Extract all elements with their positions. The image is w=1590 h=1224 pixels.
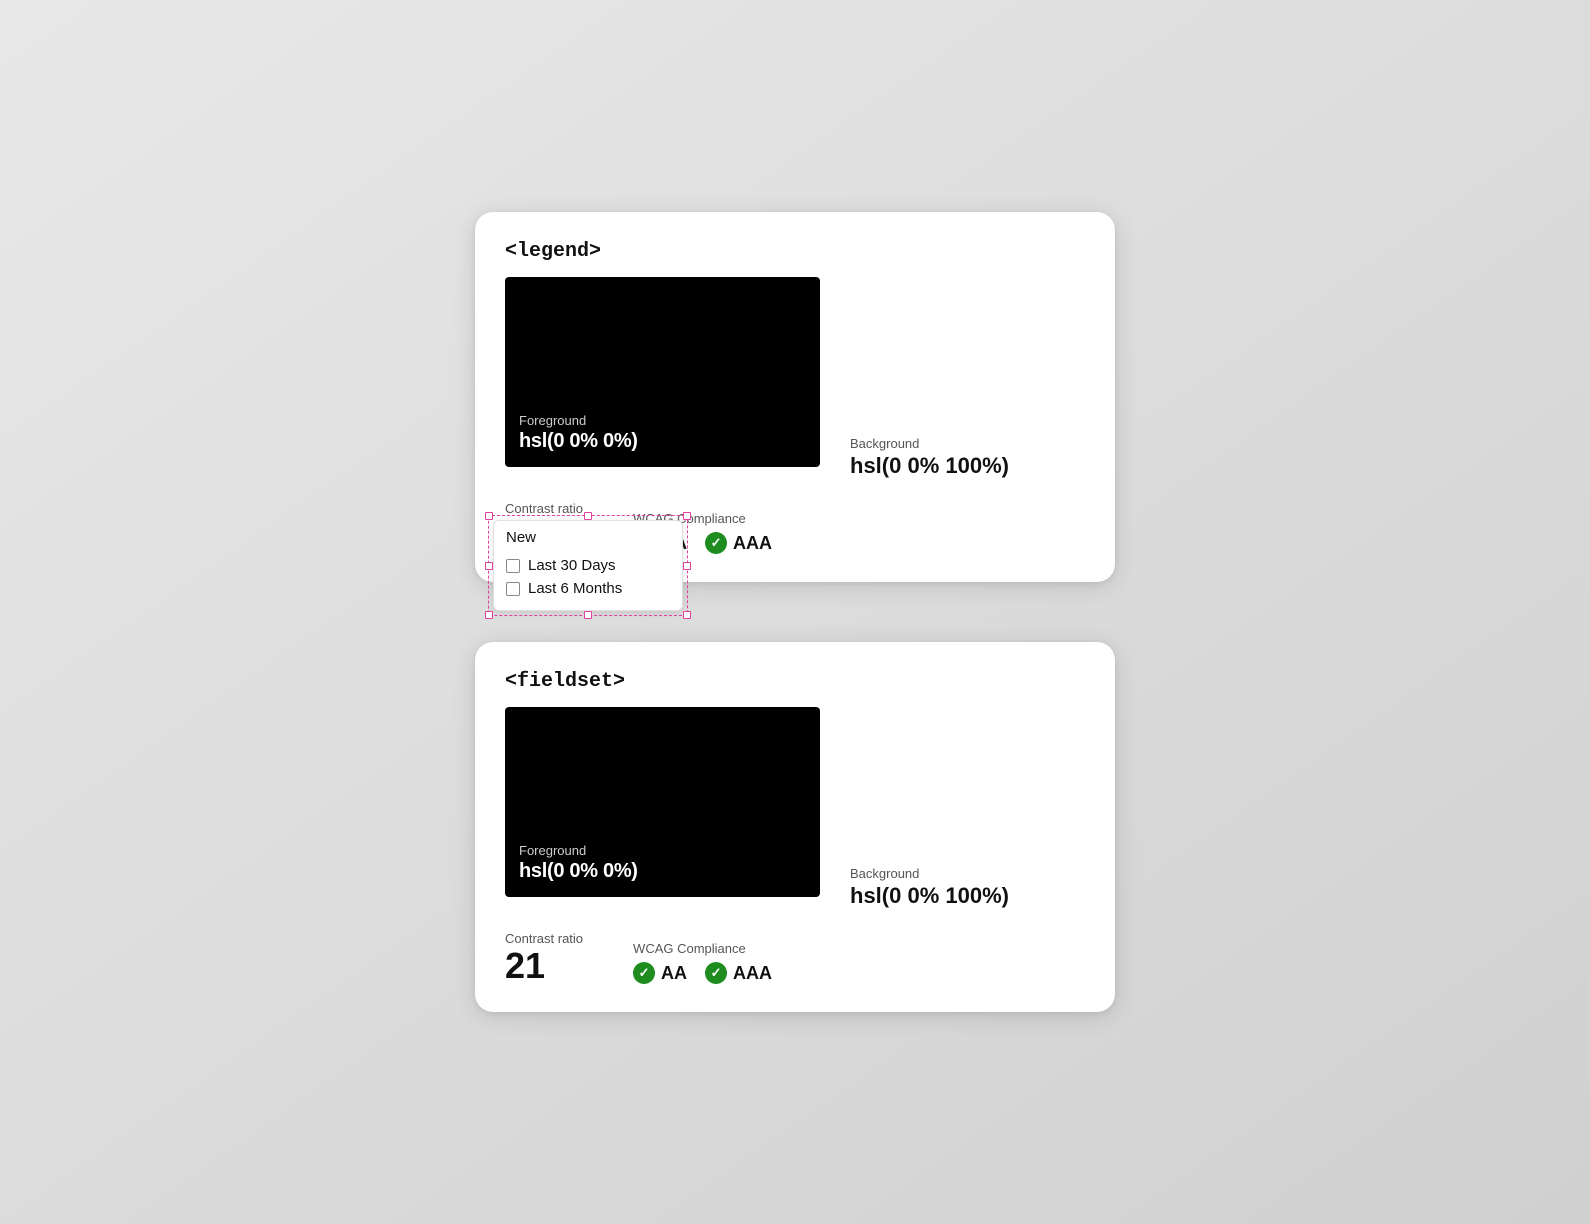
card1-fg-value: hsl(0 0% 0%)	[519, 430, 638, 453]
card2-color-preview: Foreground hsl(0 0% 0%)	[505, 707, 820, 897]
main-container: <legend> Foreground hsl(0 0% 0%) Backgro…	[475, 212, 1115, 1012]
card2-contrast-value: 21	[505, 948, 583, 984]
card1-aaa-badge: ✓ AAA	[705, 532, 772, 554]
checkbox-last6m[interactable]	[506, 582, 520, 596]
handle-br	[683, 611, 691, 619]
dropdown-item-last6m-label: Last 6 Months	[528, 580, 622, 597]
card1-aaa-check-icon: ✓	[705, 532, 727, 554]
dropdown-label: New	[504, 529, 672, 546]
dropdown-box: New Last 30 Days Last 6 Months	[493, 520, 683, 611]
checkbox-last30[interactable]	[506, 559, 520, 573]
card1-bg-value: hsl(0 0% 100%)	[850, 453, 1009, 479]
dropdown-item-last30[interactable]: Last 30 Days	[504, 554, 672, 577]
handle-bc	[584, 611, 592, 619]
card2-aaa-label: AAA	[733, 963, 772, 984]
card2-aa-label: AA	[661, 963, 687, 984]
card2-wcag-group: WCAG Compliance ✓ AA ✓ AAA	[633, 941, 772, 984]
card1-contrast-title: Contrast ratio	[505, 501, 583, 516]
handle-bl	[485, 611, 493, 619]
card2-aaa-badge: ✓ AAA	[705, 962, 772, 984]
card2-wcag-badges: ✓ AA ✓ AAA	[633, 962, 772, 984]
card2-bg-title: Background	[850, 866, 1009, 881]
card2-bg-value: hsl(0 0% 100%)	[850, 883, 1009, 909]
card1-bg-group: Background hsl(0 0% 100%)	[850, 436, 1009, 483]
card2-aa-badge: ✓ AA	[633, 962, 687, 984]
card1-fg-title: Foreground	[519, 413, 638, 428]
card2-preview-row: Foreground hsl(0 0% 0%) Background hsl(0…	[505, 707, 1085, 913]
card1-color-preview: Foreground hsl(0 0% 0%)	[505, 277, 820, 467]
card2-wcag-title: WCAG Compliance	[633, 941, 772, 956]
card1-bg-title: Background	[850, 436, 1009, 451]
card2-contrast-group: Contrast ratio 21	[505, 931, 583, 984]
floating-dropdown-overlay: New Last 30 Days Last 6 Months	[493, 520, 683, 611]
card2-contrast-title: Contrast ratio	[505, 931, 583, 946]
dropdown-item-last30-label: Last 30 Days	[528, 557, 616, 574]
card1-aaa-label: AAA	[733, 533, 772, 554]
card2-bg-group: Background hsl(0 0% 100%)	[850, 866, 1009, 913]
card2-title: <fieldset>	[505, 670, 1085, 693]
card1-fg-labels: Foreground hsl(0 0% 0%)	[519, 413, 638, 453]
fieldset-card: <fieldset> Foreground hsl(0 0% 0%) Backg…	[475, 642, 1115, 1012]
dropdown-item-last6m[interactable]: Last 6 Months	[504, 577, 672, 600]
card2-aa-check-icon: ✓	[633, 962, 655, 984]
card2-fg-labels: Foreground hsl(0 0% 0%)	[519, 843, 638, 883]
card2-metrics: Contrast ratio 21 WCAG Compliance ✓ AA ✓	[505, 931, 1085, 984]
card1-preview-row: Foreground hsl(0 0% 0%) Background hsl(0…	[505, 277, 1085, 483]
card2-fg-title: Foreground	[519, 843, 638, 858]
card2-aaa-check-icon: ✓	[705, 962, 727, 984]
card1-title: <legend>	[505, 240, 1085, 263]
card2-fg-value: hsl(0 0% 0%)	[519, 860, 638, 883]
